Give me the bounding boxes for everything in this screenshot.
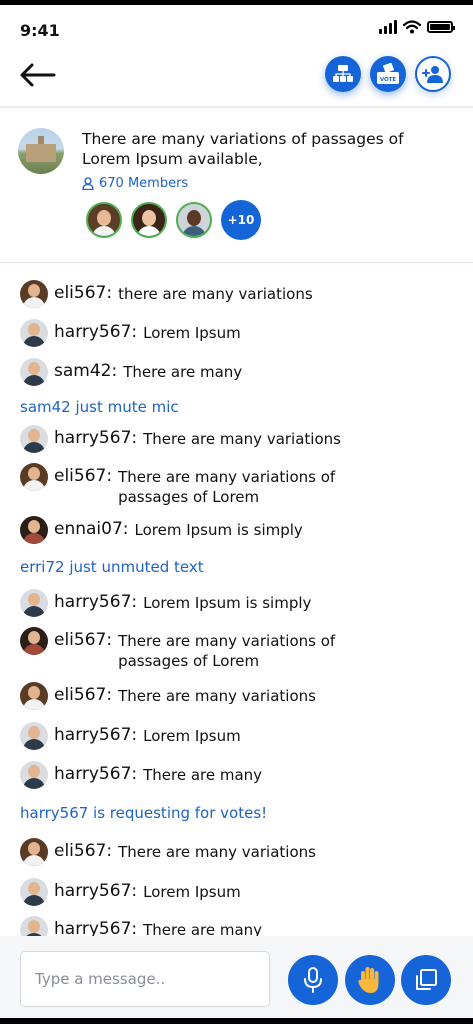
message-username[interactable]: eli567: bbox=[54, 283, 112, 303]
chat-message: harry567: There are many variations bbox=[20, 425, 341, 453]
message-username[interactable]: harry567: bbox=[54, 428, 137, 448]
message-username[interactable]: harry567: bbox=[54, 764, 137, 784]
member-avatar[interactable] bbox=[176, 202, 212, 238]
user-avatar[interactable] bbox=[20, 627, 48, 655]
mic-button[interactable] bbox=[288, 955, 338, 1005]
message-username[interactable]: harry567: bbox=[54, 919, 137, 936]
system-message: sam42 just mute mic bbox=[20, 398, 179, 416]
add-user-icon bbox=[422, 66, 443, 83]
message-text: There are many bbox=[143, 766, 263, 784]
chat-message: eli567: There are many variations of pas… bbox=[20, 627, 348, 671]
user-avatar[interactable] bbox=[20, 878, 48, 906]
chat-message: eli567: There are many variations bbox=[20, 682, 316, 710]
chat-message: eli567: there are many variations bbox=[20, 280, 313, 308]
group-avatar[interactable] bbox=[18, 128, 64, 174]
message-username[interactable]: harry567: bbox=[54, 322, 137, 342]
group-title: There are many variations of passages of… bbox=[82, 130, 404, 168]
group-hierarchy-icon bbox=[333, 65, 353, 82]
message-username[interactable]: ennai07: bbox=[54, 519, 129, 539]
chat-list[interactable]: eli567: there are many variations harry5… bbox=[0, 263, 473, 936]
message-text: Lorem Ipsum is simply bbox=[143, 594, 312, 612]
chat-message: harry567: There are many bbox=[20, 916, 263, 936]
member-avatar[interactable] bbox=[86, 202, 122, 238]
raise-hand-icon bbox=[358, 967, 379, 993]
header-divider bbox=[0, 106, 473, 109]
user-avatar[interactable] bbox=[20, 280, 48, 308]
wifi-icon bbox=[403, 20, 421, 34]
home-indicator-bar bbox=[0, 1018, 473, 1024]
group-structure-button[interactable] bbox=[325, 56, 361, 92]
add-member-button[interactable] bbox=[415, 56, 451, 92]
user-avatar[interactable] bbox=[20, 682, 48, 710]
switch-screen-icon bbox=[416, 969, 437, 990]
chat-message: eli567: There are many variations of pas… bbox=[20, 463, 363, 507]
message-text: Lorem Ipsum bbox=[143, 883, 241, 901]
message-text: There are many variations of passages of… bbox=[118, 468, 336, 506]
chat-message: harry567: Lorem Ipsum bbox=[20, 878, 241, 906]
message-username[interactable]: harry567: bbox=[54, 881, 137, 901]
vote-icon-label: VOTE bbox=[380, 77, 397, 83]
status-bar: 9:41 bbox=[0, 0, 473, 50]
member-avatar[interactable] bbox=[131, 202, 167, 238]
person-icon bbox=[82, 177, 94, 190]
message-username[interactable]: eli567: bbox=[54, 841, 112, 861]
user-avatar[interactable] bbox=[20, 425, 48, 453]
vote-box-icon: VOTE bbox=[377, 63, 399, 84]
member-avatars: +10 bbox=[86, 200, 261, 240]
more-members-button[interactable]: +10 bbox=[221, 200, 261, 240]
message-username[interactable]: harry567: bbox=[54, 592, 137, 612]
message-input[interactable] bbox=[20, 951, 270, 1007]
chat-message: sam42: There are many bbox=[20, 358, 243, 386]
chat-message: harry567: Lorem Ipsum is simply bbox=[20, 589, 312, 617]
message-username[interactable]: eli567: bbox=[54, 466, 112, 486]
chat-message: ennai07: Lorem Ipsum is simply bbox=[20, 516, 303, 544]
microphone-icon bbox=[304, 967, 322, 993]
raise-hand-button[interactable] bbox=[345, 955, 395, 1005]
message-text: There are many variations of passages of… bbox=[118, 632, 336, 670]
chat-message: harry567: There are many bbox=[20, 761, 263, 789]
signal-icon bbox=[379, 20, 397, 34]
user-avatar[interactable] bbox=[20, 358, 48, 386]
vote-button[interactable]: VOTE bbox=[370, 56, 406, 92]
chat-message: harry567: Lorem Ipsum bbox=[20, 722, 241, 750]
message-username[interactable]: sam42: bbox=[54, 361, 117, 381]
arrow-left-icon bbox=[20, 63, 56, 87]
message-username[interactable]: eli567: bbox=[54, 685, 112, 705]
switch-screen-button[interactable] bbox=[401, 955, 451, 1005]
user-avatar[interactable] bbox=[20, 463, 48, 491]
system-message: erri72 just unmuted text bbox=[20, 558, 204, 576]
user-avatar[interactable] bbox=[20, 761, 48, 789]
message-text: Lorem Ipsum is simply bbox=[134, 521, 303, 539]
back-button[interactable] bbox=[18, 60, 58, 90]
app-header: VOTE bbox=[0, 50, 473, 108]
message-text: There are many bbox=[123, 363, 243, 381]
message-text: Lorem Ipsum bbox=[143, 324, 241, 342]
message-text: There are many variations bbox=[143, 430, 341, 448]
user-avatar[interactable] bbox=[20, 319, 48, 347]
user-avatar[interactable] bbox=[20, 589, 48, 617]
chat-message: harry567: Lorem Ipsum bbox=[20, 319, 241, 347]
message-text: There are many bbox=[143, 921, 263, 936]
status-icons bbox=[379, 20, 455, 34]
user-avatar[interactable] bbox=[20, 722, 48, 750]
message-text: Lorem Ipsum bbox=[143, 727, 241, 745]
message-text: There are many variations bbox=[118, 843, 316, 861]
system-message: harry567 is requesting for votes! bbox=[20, 804, 268, 822]
group-info: There are many variations of passages of… bbox=[0, 110, 473, 262]
chat-message: eli567: There are many variations bbox=[20, 838, 316, 866]
members-count: 670 Members bbox=[99, 176, 189, 191]
status-time: 9:41 bbox=[20, 21, 60, 40]
message-composer bbox=[0, 936, 473, 1018]
battery-icon bbox=[427, 21, 455, 33]
message-username[interactable]: harry567: bbox=[54, 725, 137, 745]
user-avatar[interactable] bbox=[20, 916, 48, 936]
user-avatar[interactable] bbox=[20, 838, 48, 866]
members-count-link[interactable]: 670 Members bbox=[82, 176, 188, 191]
message-text: there are many variations bbox=[118, 285, 313, 303]
message-username[interactable]: eli567: bbox=[54, 630, 112, 650]
user-avatar[interactable] bbox=[20, 516, 48, 544]
message-text: There are many variations bbox=[118, 687, 316, 705]
